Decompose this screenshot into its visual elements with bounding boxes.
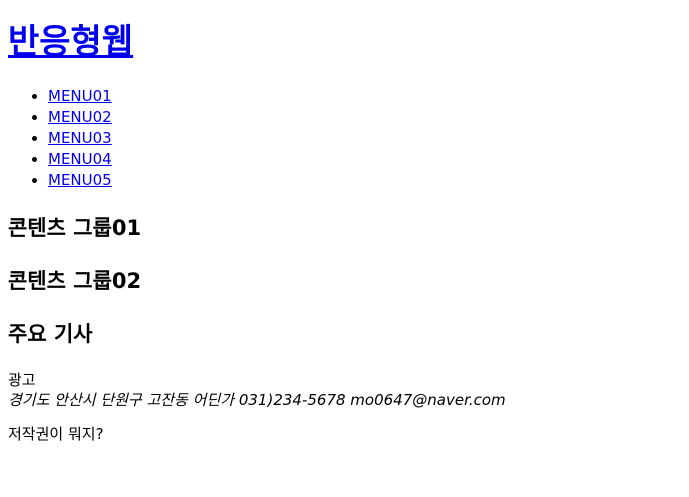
page: 반응형웹 MENU01 MENU02 MENU03 MENU04 MENU05 … [0, 20, 689, 444]
menu-link-04[interactable]: MENU04 [48, 150, 112, 168]
main-articles: 주요 기사 [8, 320, 681, 348]
menu-item-04: MENU04 [48, 149, 681, 170]
menu-link-02[interactable]: MENU02 [48, 108, 112, 126]
ad-section: 광고 [8, 370, 681, 390]
main-articles-heading: 주요 기사 [8, 322, 93, 346]
content-group-01: 콘텐츠 그룹01 [8, 214, 681, 242]
menu-item-05: MENU05 [48, 170, 681, 191]
ad-label: 광고 [8, 371, 36, 389]
site-title-link[interactable]: 반응형웹 [8, 22, 133, 62]
menu-link-05[interactable]: MENU05 [48, 171, 112, 189]
main-nav: MENU01 MENU02 MENU03 MENU04 MENU05 [8, 86, 681, 191]
site-footer: 경기도 안산시 단원구 고잔동 어딘가 031)234-5678 mo0647@… [8, 390, 681, 444]
site-title: 반응형웹 [8, 20, 681, 64]
menu-item-02: MENU02 [48, 107, 681, 128]
menu-link-03[interactable]: MENU03 [48, 129, 112, 147]
copyright-text: 저작권이 뭐지? [8, 425, 104, 443]
menu-list: MENU01 MENU02 MENU03 MENU04 MENU05 [8, 86, 681, 191]
menu-item-01: MENU01 [48, 86, 681, 107]
site-header: 반응형웹 [8, 20, 681, 64]
content-group-02-heading: 콘텐츠 그룹02 [8, 269, 142, 293]
content-group-02: 콘텐츠 그룹02 [8, 267, 681, 295]
menu-link-01[interactable]: MENU01 [48, 87, 112, 105]
content-group-01-heading: 콘텐츠 그룹01 [8, 216, 142, 240]
contact-address: 경기도 안산시 단원구 고잔동 어딘가 031)234-5678 mo0647@… [8, 391, 506, 409]
menu-item-03: MENU03 [48, 128, 681, 149]
